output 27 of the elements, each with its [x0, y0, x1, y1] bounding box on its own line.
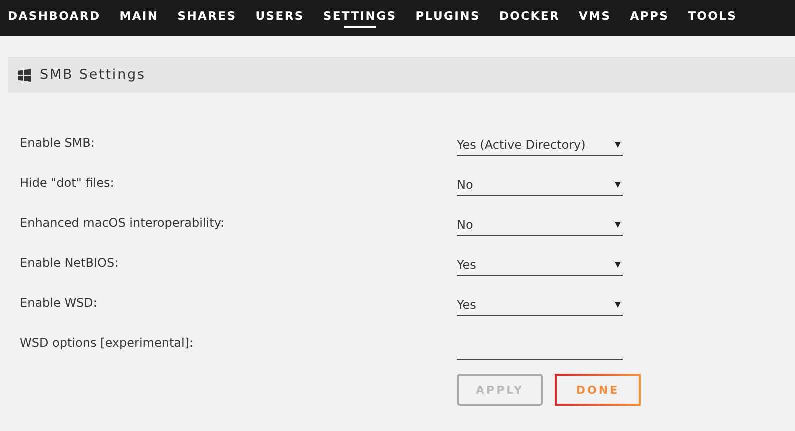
nav-tab[interactable]: USERS [256, 0, 304, 36]
setting-label: WSD options [experimental]: [20, 336, 195, 350]
setting-label: Enhanced macOS interoperability: [20, 216, 226, 230]
nav-tab[interactable]: VMS [579, 0, 612, 36]
setting-label: Enable WSD: [20, 296, 98, 310]
caret-icon [615, 302, 621, 308]
setting-label: Hide "dot" files: [20, 176, 116, 190]
caret-icon [615, 142, 621, 148]
nav-tab[interactable]: MAIN [120, 0, 159, 36]
section-title: SMB Settings [40, 67, 146, 83]
dropdown[interactable]: Yes [457, 250, 623, 276]
nav-tab[interactable]: TOOLS [688, 0, 738, 36]
dropdown[interactable]: Yes (Active Directory) [457, 130, 623, 156]
dropdown[interactable]: Yes [457, 290, 623, 316]
nav-tab[interactable]: DOCKER [499, 0, 560, 36]
dropdown[interactable]: No [457, 170, 623, 196]
nav-tab[interactable]: APPS [630, 0, 670, 36]
caret-icon [615, 222, 621, 228]
nav-tab[interactable]: DASHBOARD [8, 0, 101, 36]
setting-label: Enable SMB: [20, 136, 96, 150]
dropdown[interactable]: No [457, 210, 623, 236]
setting-label: Enable NetBIOS: [20, 256, 120, 270]
nav-tab[interactable]: SHARES [178, 0, 237, 36]
caret-icon [615, 262, 621, 268]
nav-tab[interactable]: PLUGINS [416, 0, 480, 36]
caret-icon [615, 182, 621, 188]
windows-icon [18, 68, 31, 82]
